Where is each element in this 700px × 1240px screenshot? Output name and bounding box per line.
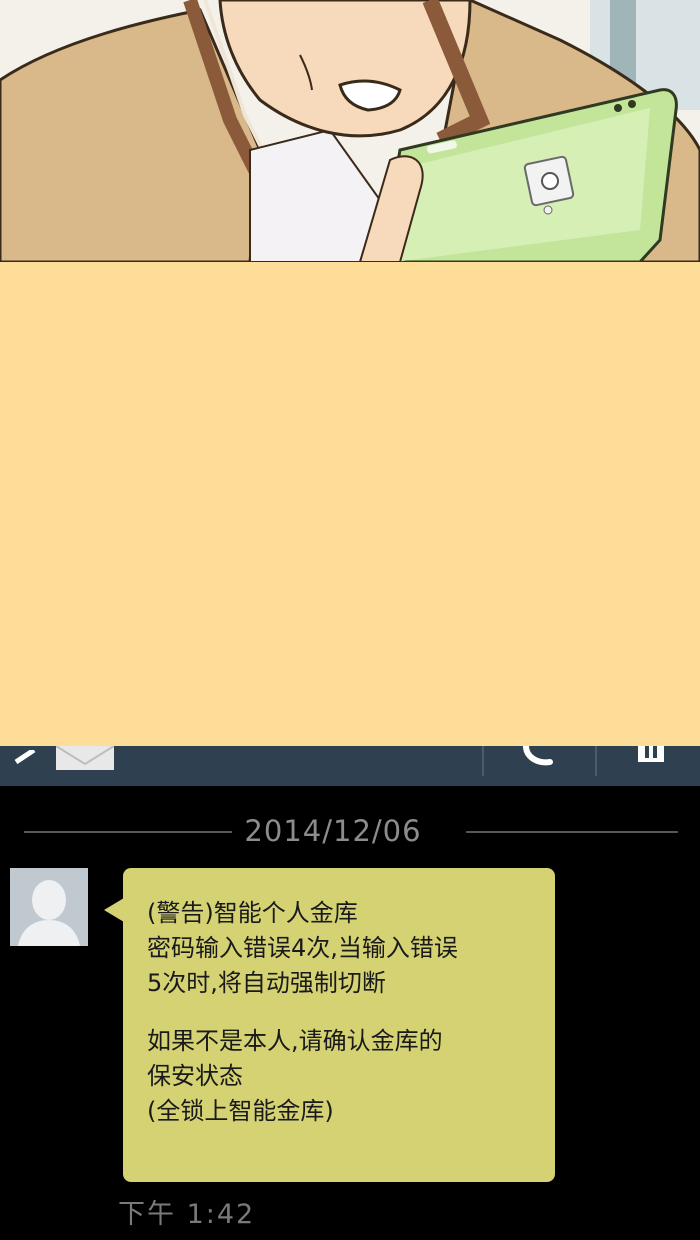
comic-illustration [0,0,700,262]
message-action-bar [0,743,700,786]
person-icon [10,868,88,946]
message-date: 2014/12/06 [244,814,422,848]
blank-panel [0,262,700,746]
trash-icon[interactable] [636,746,666,766]
message-line: 如果不是本人,请确认金库的 [147,1027,443,1055]
message-thread: 2014/12/06 (警告)智能个人金库 密码输入错误4次,当输入错误 5次时… [0,786,700,1240]
date-separator: 2014/12/06 [0,814,700,850]
contact-avatar[interactable] [10,868,88,946]
mail-icon[interactable] [55,745,115,770]
message-line: (全锁上智能金库) [147,1097,334,1125]
separator-line [466,831,678,833]
message-line: 密码输入错误4次,当输入错误 [147,934,458,962]
message-time: 下午 1:42 [118,1199,256,1230]
message-text: (警告)智能个人金库 密码输入错误4次,当输入错误 5次时,将自动强制切断 如果… [147,896,547,1129]
message-line: (警告)智能个人金库 [147,899,358,927]
call-icon[interactable] [520,743,556,770]
separator-line [24,831,232,833]
action-divider [595,746,597,776]
message-line: 5次时,将自动强制切断 [147,969,386,997]
bubble-tail [104,898,124,922]
boy-with-phone-illustration [0,0,700,262]
back-icon[interactable] [8,747,38,774]
message-line: 保安状态 [147,1062,243,1090]
action-divider [482,746,484,776]
message-bubble[interactable]: (警告)智能个人金库 密码输入错误4次,当输入错误 5次时,将自动强制切断 如果… [123,868,555,1182]
